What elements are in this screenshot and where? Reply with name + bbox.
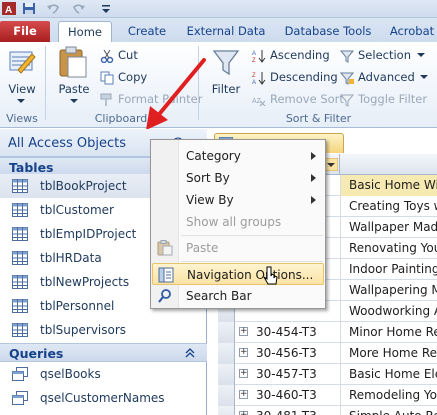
nav-pane-title: All Access Objects <box>8 136 126 151</box>
search-icon <box>158 289 171 303</box>
sort-descending-icon: ZA <box>252 71 266 85</box>
mouse-cursor-icon <box>263 266 278 285</box>
table-icon <box>12 227 28 241</box>
menu-item-sort-by[interactable]: Sort By <box>152 167 324 189</box>
menu-item-show-all-groups[interactable]: Show all groups <box>152 211 324 233</box>
table-row[interactable]: +30-481-T3Simple Auto Re <box>218 406 437 415</box>
submenu-arrow-icon <box>311 174 316 182</box>
expand-icon[interactable]: + <box>239 348 248 357</box>
tab-external-data[interactable]: External Data <box>180 21 272 42</box>
redo-icon[interactable] <box>72 2 86 15</box>
paste-icon[interactable] <box>58 46 88 78</box>
table-row[interactable]: +30-457-T3 Basic Home Ele <box>218 364 437 385</box>
tab-home[interactable]: Home <box>58 21 112 42</box>
selection-dropdown-icon <box>416 53 425 57</box>
toggle-filter-button[interactable]: Toggle Filter <box>340 90 427 108</box>
remove-sort-button[interactable]: AZ Remove Sort <box>252 90 344 108</box>
table-row[interactable]: +30-454-T3 Minor Home Re <box>218 322 437 343</box>
view-dropdown-icon[interactable] <box>17 99 25 104</box>
view-icon[interactable] <box>8 48 36 76</box>
table-icon <box>12 203 28 217</box>
expand-icon[interactable]: + <box>239 390 248 399</box>
table-icon <box>12 179 28 193</box>
filter-button[interactable]: Filter <box>206 82 246 96</box>
table-icon <box>12 323 28 337</box>
tab-file[interactable]: File <box>0 21 50 42</box>
nav-item-qselcustomernames[interactable]: qselCustomerNames <box>0 386 207 410</box>
svg-text:A: A <box>5 5 12 15</box>
svg-text:A: A <box>252 80 256 85</box>
filter-icon[interactable] <box>212 48 240 78</box>
svg-text:Z: Z <box>252 73 256 79</box>
collapse-section-icon[interactable] <box>185 348 195 358</box>
table-icon <box>12 299 28 313</box>
query-icon <box>12 367 28 381</box>
table-icon <box>12 251 28 265</box>
sort-ascending-icon: AZ <box>252 49 266 63</box>
tab-acrobat[interactable]: Acrobat <box>384 21 437 42</box>
ribbon: View Views Paste Cut Copy Format Painter… <box>0 42 437 128</box>
paste-dropdown-icon[interactable] <box>70 99 78 104</box>
sort-filter-group-label: Sort & Filter <box>285 112 352 125</box>
copy-icon <box>100 71 114 84</box>
callout-arrow-icon <box>146 58 206 130</box>
menu-item-paste[interactable]: Paste <box>152 237 324 259</box>
view-button[interactable]: View <box>2 82 42 96</box>
format-painter-icon <box>100 93 112 106</box>
table-icon <box>12 275 28 289</box>
expand-icon[interactable]: + <box>239 411 248 415</box>
table-row[interactable]: +30-456-T3 More Home Rep <box>218 343 437 364</box>
cut-button[interactable]: Cut <box>100 46 138 64</box>
menu-item-view-by[interactable]: View By <box>152 189 324 211</box>
ascending-button[interactable]: A Z Ascending <box>252 46 330 64</box>
customize-toolbar-icon[interactable] <box>100 2 114 15</box>
access-logo-icon: A <box>2 2 16 15</box>
nav-pane-context-menu: Category Sort By View By Show all groups… <box>150 139 326 309</box>
save-icon[interactable] <box>22 2 36 15</box>
queries-section-header[interactable]: Queries <box>0 343 207 362</box>
query-icon <box>12 391 28 405</box>
nav-item-tblsupervisors[interactable]: tblSupervisors <box>0 318 207 342</box>
navigation-options-icon <box>158 267 174 283</box>
paste-icon <box>157 240 173 256</box>
undo-icon[interactable] <box>46 2 60 15</box>
title-bar: A <box>0 0 437 18</box>
toggle-filter-icon <box>340 94 354 107</box>
submenu-arrow-icon <box>311 196 316 204</box>
table-row[interactable]: +30-460-T3 Remodeling You <box>218 385 437 406</box>
tab-create[interactable]: Create <box>120 21 174 42</box>
advanced-button[interactable]: Advanced <box>340 68 429 86</box>
paste-button[interactable]: Paste <box>52 82 96 96</box>
column-header-title[interactable] <box>340 154 437 175</box>
expand-icon[interactable]: + <box>239 369 248 378</box>
views-group-label: Views <box>6 112 38 125</box>
advanced-dropdown-icon <box>420 75 429 79</box>
menu-item-navigation-options[interactable]: Navigation Options... <box>152 263 324 285</box>
advanced-filter-icon <box>340 72 354 85</box>
scissors-icon <box>100 49 114 63</box>
svg-text:A: A <box>252 51 256 57</box>
column-dropdown-icon[interactable] <box>324 158 338 171</box>
ribbon-tabs: File Home Create External Data Database … <box>0 18 437 42</box>
descending-button[interactable]: Z A Descending <box>252 68 338 86</box>
remove-sort-icon: AZ <box>252 98 266 106</box>
expand-icon[interactable]: + <box>239 327 248 336</box>
tab-database-tools[interactable]: Database Tools <box>278 21 378 42</box>
menu-item-search-bar[interactable]: Search Bar <box>152 285 324 307</box>
menu-item-category[interactable]: Category <box>152 145 324 167</box>
selection-filter-icon <box>340 50 354 63</box>
nav-item-qselbooks[interactable]: qselBooks <box>0 362 207 386</box>
submenu-arrow-icon <box>311 152 316 160</box>
selection-button[interactable]: Selection <box>340 46 425 64</box>
svg-text:Z: Z <box>252 58 256 63</box>
